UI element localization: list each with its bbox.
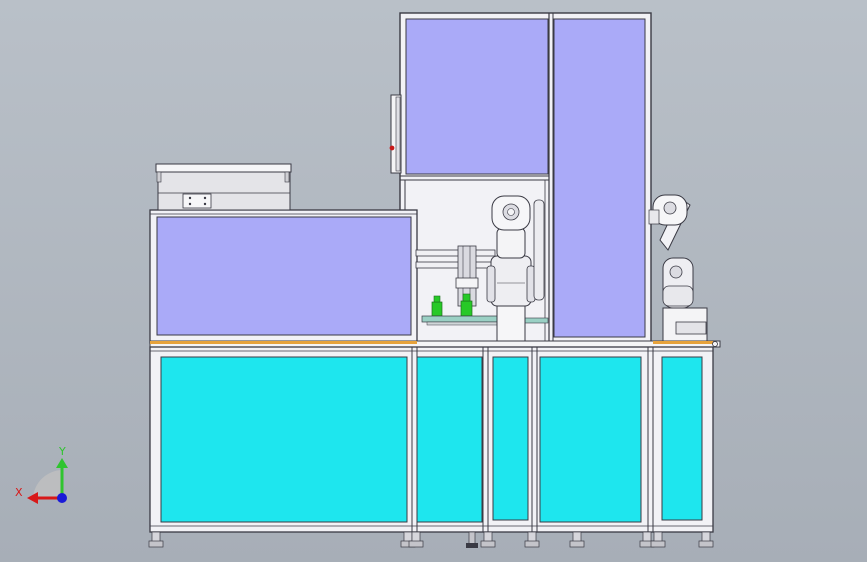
upper-right-panel <box>553 18 646 338</box>
machine-front-view: Y X <box>0 0 867 562</box>
cabinet-panel-4 <box>539 356 642 523</box>
table-top <box>149 340 721 348</box>
cabinet-panel-5 <box>661 356 703 521</box>
cabinet-panel-2 <box>416 356 483 523</box>
cabinet-panel-1 <box>160 356 408 523</box>
left-enclosure-panel <box>156 216 412 336</box>
lower-cabinet <box>149 346 714 533</box>
green-part-right <box>460 300 473 317</box>
cabinet-panel-3 <box>492 356 529 521</box>
upper-left-panel <box>405 18 549 175</box>
axis-y-label: Y <box>58 445 66 458</box>
axis-x-label: X <box>15 486 23 499</box>
tabletop-orange-edge <box>150 341 417 344</box>
side-door-latch <box>389 94 402 174</box>
green-part-left <box>431 301 443 317</box>
left-enclosure <box>149 209 418 344</box>
cad-viewport[interactable]: Y X <box>0 0 867 562</box>
top-control-box <box>155 163 292 211</box>
